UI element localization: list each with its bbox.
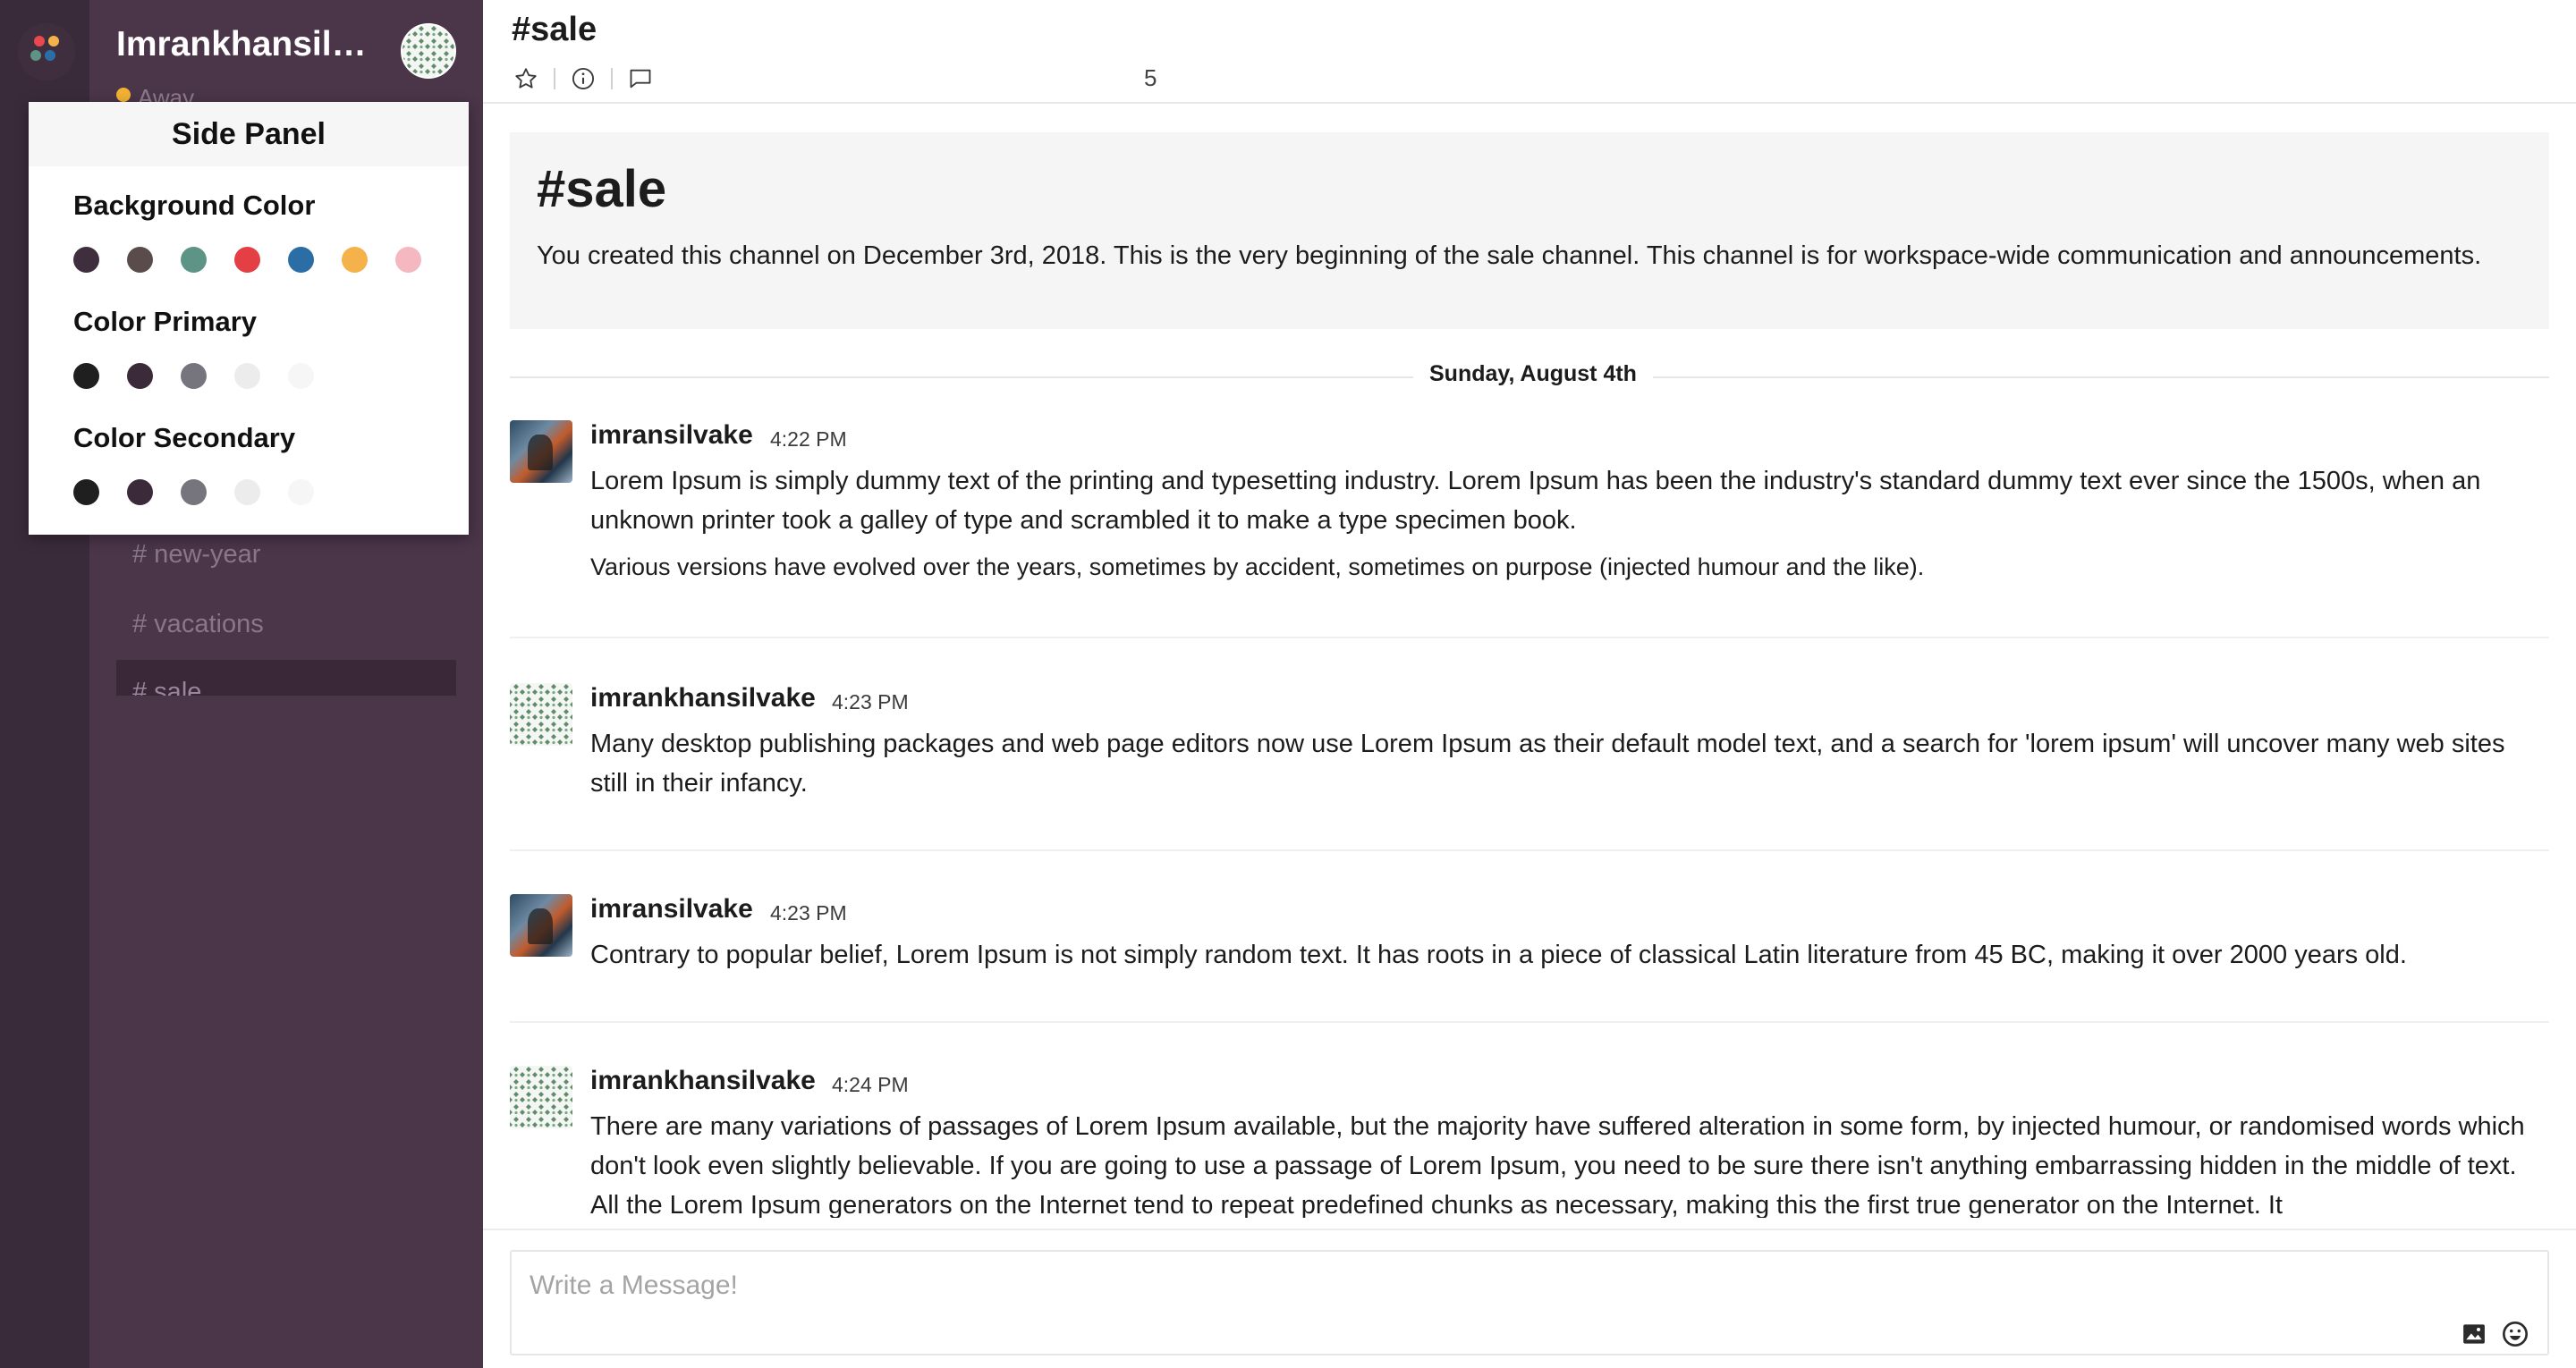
message-separator <box>510 849 2549 851</box>
swatch[interactable] <box>342 247 368 273</box>
swatch[interactable] <box>288 363 314 389</box>
message-text: Lorem Ipsum is simply dummy text of the … <box>590 467 2481 535</box>
background-color-heading: Background Color <box>73 190 316 221</box>
color-secondary-swatches <box>73 479 314 505</box>
message-separator <box>510 1021 2549 1023</box>
side-panel-title: Side Panel <box>29 102 469 166</box>
color-secondary-heading: Color Secondary <box>73 422 296 453</box>
workspace-name[interactable]: Imrankhansilvake <box>116 25 385 64</box>
swatch[interactable] <box>127 363 153 389</box>
swatch[interactable] <box>234 479 260 505</box>
day-divider-label: Sunday, August 4th <box>1413 361 1653 387</box>
author-avatar[interactable] <box>510 420 572 483</box>
swatch[interactable] <box>288 247 314 273</box>
message-input[interactable] <box>530 1268 2408 1304</box>
message-author[interactable]: imransilvake <box>590 894 753 925</box>
swatch[interactable] <box>395 247 421 273</box>
user-avatar[interactable] <box>401 23 456 79</box>
swatch[interactable] <box>181 479 207 505</box>
sidebar-channel-sale[interactable]: # sale <box>132 678 201 696</box>
message-text: There are many variations of passages of… <box>590 1112 2525 1218</box>
emoji-icon[interactable] <box>2499 1318 2531 1350</box>
message-time: 4:23 PM <box>832 690 909 714</box>
away-status-dot <box>116 88 131 102</box>
swatch[interactable] <box>288 479 314 505</box>
color-primary-swatches <box>73 363 314 389</box>
swatch[interactable] <box>73 247 99 273</box>
image-icon[interactable] <box>2458 1318 2490 1350</box>
intro-text: You created this channel on December 3rd… <box>537 241 2482 270</box>
intro-title: #sale <box>537 160 667 218</box>
swatch[interactable] <box>234 247 260 273</box>
header-divider <box>611 68 613 89</box>
side-panel-popup: Side Panel Background Color Color Primar… <box>29 102 469 535</box>
message-author[interactable]: imransilvake <box>590 420 753 451</box>
message-separator <box>510 637 2549 638</box>
message-item: imrankhansilvake 4:24 PM There are many … <box>510 1066 2549 1218</box>
message-author[interactable]: imrankhansilvake <box>590 1066 816 1096</box>
swatch[interactable] <box>73 363 99 389</box>
swatch[interactable] <box>73 479 99 505</box>
star-icon[interactable] <box>512 64 540 93</box>
message-time: 4:23 PM <box>770 901 847 925</box>
author-avatar[interactable] <box>510 683 572 746</box>
info-icon[interactable] <box>569 64 597 93</box>
background-color-swatches <box>73 247 421 273</box>
message-author[interactable]: imrankhansilvake <box>590 683 816 714</box>
sidebar-channel-vacations[interactable]: # vacations <box>132 610 264 639</box>
swatch[interactable] <box>127 247 153 273</box>
thread-icon[interactable] <box>626 64 655 93</box>
avatar-pattern-icon <box>510 1066 572 1128</box>
swatch[interactable] <box>127 479 153 505</box>
swatch[interactable] <box>181 247 207 273</box>
channel-title: #sale <box>512 11 597 48</box>
message-time: 4:24 PM <box>832 1073 909 1096</box>
author-avatar[interactable] <box>510 1066 572 1128</box>
message-text: Contrary to popular belief, Lorem Ipsum … <box>590 941 2407 969</box>
composer-divider <box>483 1229 2576 1230</box>
thread-count[interactable]: 5 <box>1144 64 1157 92</box>
workspace-logo-icon[interactable] <box>18 23 75 80</box>
message-composer <box>510 1250 2549 1355</box>
channel-header: #sale 5 <box>483 0 2576 104</box>
message-text-followup: Various versions have evolved over the y… <box>590 553 1925 580</box>
header-divider <box>554 68 555 89</box>
color-primary-heading: Color Primary <box>73 306 258 337</box>
channel-intro: #sale You created this channel on Decemb… <box>510 132 2549 329</box>
avatar-pattern-icon <box>510 683 572 746</box>
swatch[interactable] <box>234 363 260 389</box>
swatch[interactable] <box>181 363 207 389</box>
message-text: Many desktop publishing packages and web… <box>590 730 2505 798</box>
sidebar-channel-new-year[interactable]: # new-year <box>132 540 260 570</box>
author-avatar[interactable] <box>510 894 572 957</box>
message-time: 4:22 PM <box>770 427 847 451</box>
